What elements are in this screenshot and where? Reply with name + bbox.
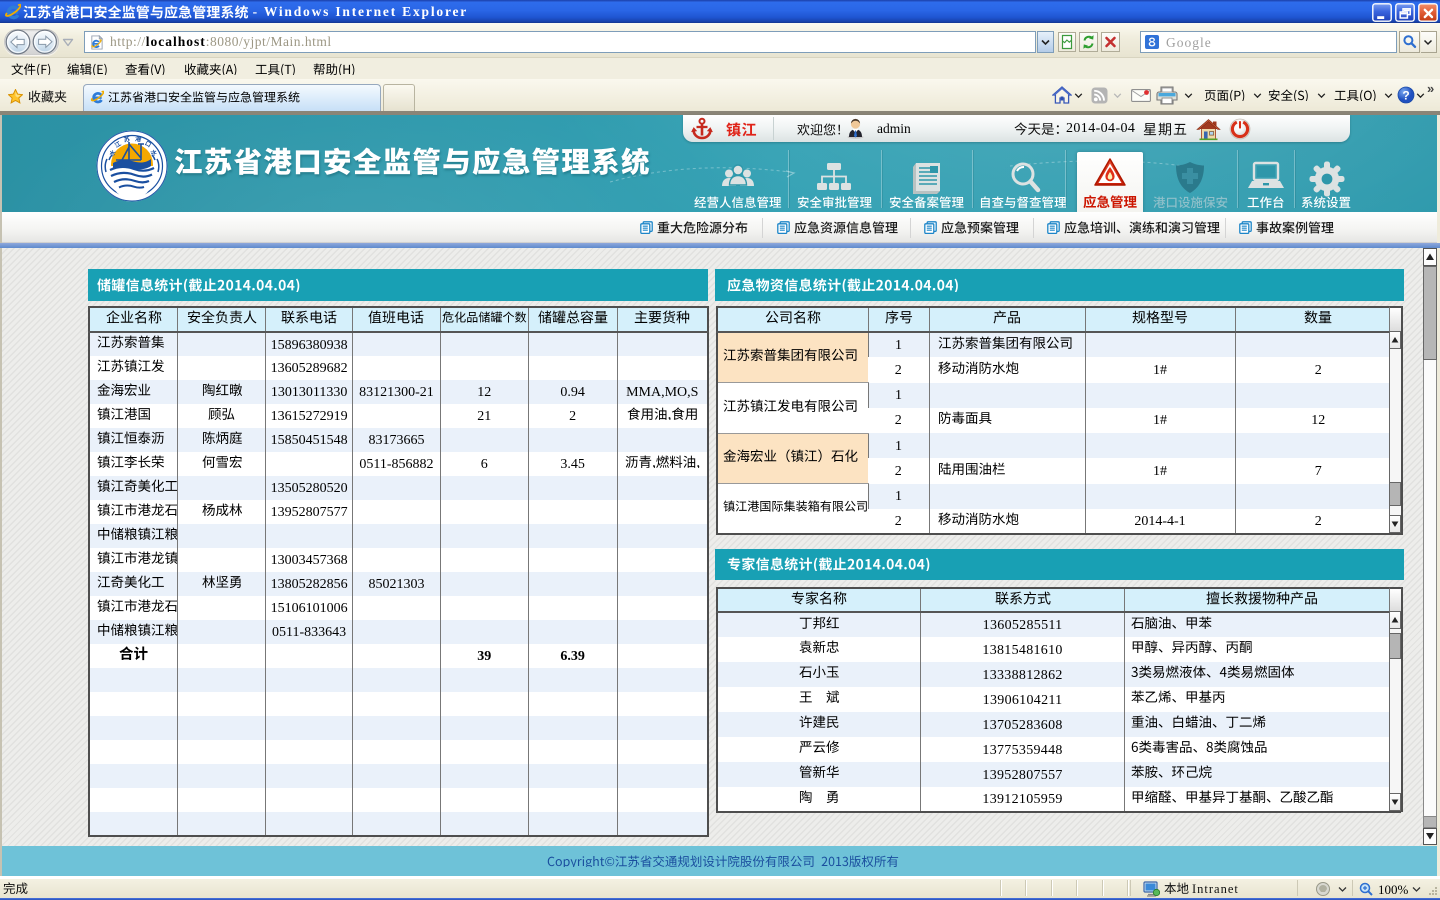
svg-text:?: ? (1402, 89, 1409, 103)
